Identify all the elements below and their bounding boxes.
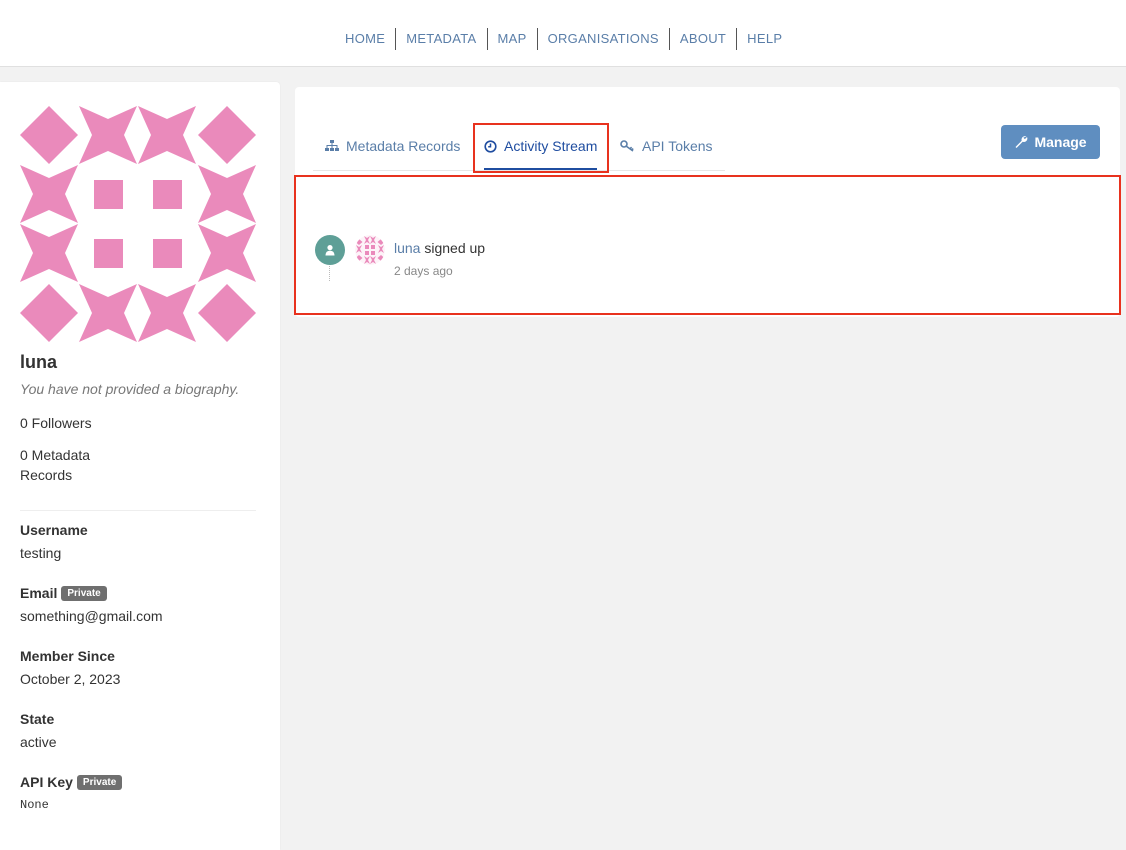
- username-label: Username: [20, 522, 88, 538]
- clock-icon: [484, 139, 497, 153]
- wrench-icon: [1014, 135, 1028, 149]
- activity-action: signed up: [420, 240, 486, 256]
- api-key-label: API Key Private: [20, 774, 123, 790]
- tab-activity-stream[interactable]: Activity Stream: [484, 123, 598, 170]
- activity-user-link[interactable]: luna: [394, 240, 420, 256]
- private-badge: Private: [76, 774, 123, 790]
- activity-avatar[interactable]: [355, 235, 385, 265]
- tab-api-tokens[interactable]: API Tokens: [620, 123, 713, 169]
- nav-metadata[interactable]: METADATA: [396, 28, 486, 50]
- email-label: Email Private: [20, 585, 107, 601]
- metadata-records-count: 0 Metadata Records: [20, 447, 91, 483]
- user-icon: [315, 235, 345, 265]
- api-key-value: None: [20, 798, 49, 812]
- activity-message: luna signed up: [394, 240, 485, 256]
- profile-name: luna: [20, 352, 58, 372]
- tab-label: Activity Stream: [504, 138, 598, 154]
- tab-label: Metadata Records: [346, 138, 461, 154]
- nav-map[interactable]: MAP: [488, 28, 537, 50]
- member-since-label: Member Since: [20, 648, 115, 664]
- timeline-line: [329, 266, 330, 281]
- username-value: testing: [20, 545, 62, 561]
- followers-count: 0 Followers: [20, 415, 92, 431]
- key-icon: [620, 140, 635, 152]
- main-panel: Metadata Records Activity Stream API Tok…: [295, 87, 1120, 317]
- manage-button[interactable]: Manage: [1001, 125, 1100, 159]
- profile-avatar: [20, 106, 256, 342]
- tab-bar: Metadata Records Activity Stream API Tok…: [313, 123, 725, 171]
- tab-label: API Tokens: [642, 138, 713, 154]
- activity-timestamp: 2 days ago: [394, 264, 453, 278]
- nav-organisations[interactable]: ORGANISATIONS: [538, 28, 669, 50]
- member-since-value: October 2, 2023: [20, 671, 121, 687]
- private-badge: Private: [61, 585, 107, 601]
- tab-metadata-records[interactable]: Metadata Records: [325, 123, 460, 169]
- profile-bio: You have not provided a biography.: [20, 381, 240, 397]
- nav-home[interactable]: HOME: [335, 28, 395, 50]
- divider: [20, 510, 256, 511]
- state-value: active: [20, 734, 57, 750]
- profile-sidebar: luna You have not provided a biography. …: [0, 82, 280, 850]
- sitemap-icon: [325, 140, 339, 152]
- manage-label: Manage: [1034, 134, 1087, 150]
- state-label: State: [20, 711, 55, 727]
- top-navbar: HOME METADATA MAP ORGANISATIONS ABOUT HE…: [0, 0, 1126, 67]
- email-value: something@gmail.com: [20, 608, 163, 624]
- nav-help[interactable]: HELP: [737, 28, 792, 50]
- main-nav: HOME METADATA MAP ORGANISATIONS ABOUT HE…: [335, 28, 792, 50]
- nav-about[interactable]: ABOUT: [670, 28, 736, 50]
